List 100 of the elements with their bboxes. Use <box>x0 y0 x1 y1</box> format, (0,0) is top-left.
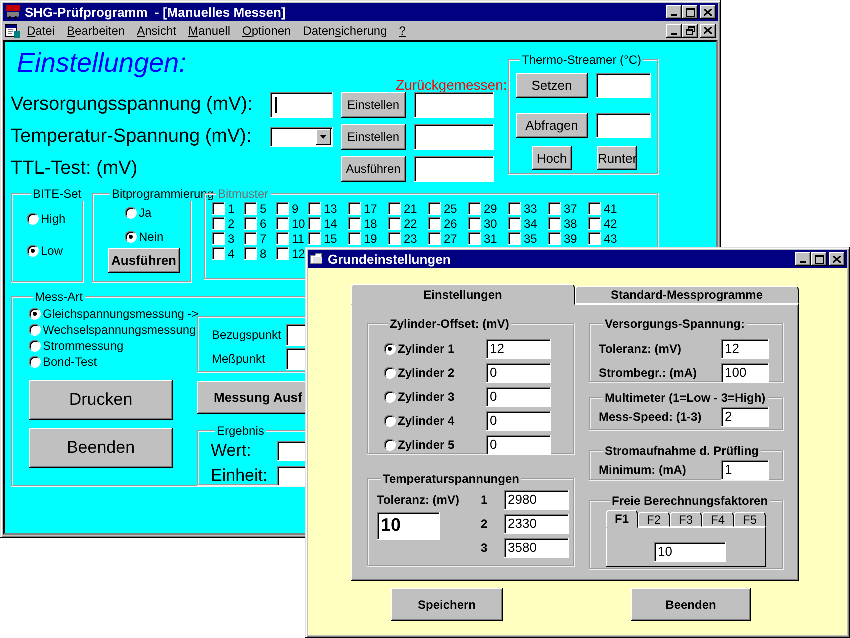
checkbox-label[interactable]: 30 <box>484 216 498 230</box>
checkbox[interactable] <box>244 217 257 230</box>
radio-label[interactable]: Strommessung <box>43 339 124 353</box>
input-field[interactable] <box>596 113 651 138</box>
checkbox-label[interactable]: 35 <box>524 232 538 246</box>
radio-button[interactable] <box>384 415 396 427</box>
radio-button[interactable] <box>384 439 396 451</box>
radio-label[interactable]: Zylinder 2 <box>398 366 486 380</box>
checkbox-label[interactable]: 34 <box>524 216 538 230</box>
input-field[interactable]: 0 <box>486 363 551 383</box>
radio-button[interactable] <box>29 340 41 352</box>
checkbox-label[interactable]: 39 <box>564 232 578 246</box>
minimize-button[interactable] <box>795 252 811 266</box>
query-button[interactable]: Abfragen <box>516 113 588 138</box>
checkbox[interactable] <box>212 232 225 245</box>
checkbox-label[interactable]: 8 <box>260 246 267 260</box>
input-field[interactable]: 100 <box>721 363 769 383</box>
checkbox[interactable] <box>348 202 361 215</box>
save-button[interactable]: Speichern <box>391 588 503 621</box>
print-button[interactable]: Drucken <box>29 380 173 420</box>
checkbox[interactable] <box>548 217 561 230</box>
radio-label[interactable]: Nein <box>139 230 164 244</box>
menu-item[interactable]: Datei <box>21 24 62 38</box>
radio-button[interactable] <box>125 207 137 219</box>
radio-button[interactable] <box>384 367 396 379</box>
radio-label[interactable]: Zylinder 5 <box>398 438 486 452</box>
checkbox-label[interactable]: 22 <box>404 216 418 230</box>
close-button[interactable] <box>700 24 716 38</box>
checkbox[interactable] <box>468 217 481 230</box>
readback-field[interactable] <box>414 156 494 182</box>
dropdown-button[interactable] <box>316 129 331 145</box>
checkbox-label[interactable]: 4 <box>228 246 235 260</box>
checkbox-label[interactable]: 17 <box>364 202 378 216</box>
measure-button[interactable]: Messung Ausf <box>197 381 307 414</box>
checkbox[interactable] <box>588 232 601 245</box>
radio-label[interactable]: Wechselspannungsmessung <box>43 323 196 337</box>
tab[interactable]: F5 <box>734 512 766 527</box>
combo-box[interactable] <box>270 127 333 147</box>
input-field[interactable]: 2980 <box>504 490 569 510</box>
readback-field[interactable] <box>414 92 494 118</box>
minimize-button[interactable] <box>666 24 682 38</box>
radio-button[interactable] <box>29 356 41 368</box>
radio-label[interactable]: Zylinder 3 <box>398 390 486 404</box>
run-button[interactable]: Ausführen <box>108 248 180 273</box>
minimize-button[interactable] <box>666 5 682 19</box>
close-button[interactable] <box>829 252 845 266</box>
checkbox-label[interactable]: 41 <box>604 202 618 216</box>
tab[interactable]: Einstellungen <box>351 284 575 305</box>
readback-field[interactable] <box>414 124 494 150</box>
checkbox-label[interactable]: 37 <box>564 202 578 216</box>
radio-label[interactable]: Ja <box>139 206 152 220</box>
input-field[interactable]: 2 <box>721 407 769 427</box>
radio-button[interactable] <box>384 343 396 355</box>
checkbox[interactable] <box>388 217 401 230</box>
menu-item[interactable]: Ansicht <box>131 24 182 38</box>
checkbox[interactable] <box>212 247 225 260</box>
checkbox-label[interactable]: 13 <box>324 202 338 216</box>
checkbox[interactable] <box>244 247 257 260</box>
radio-button[interactable] <box>29 324 41 336</box>
set-button[interactable]: Einstellen <box>341 124 406 150</box>
maximize-button[interactable] <box>811 252 827 266</box>
checkbox[interactable] <box>428 202 441 215</box>
input-field[interactable]: 2330 <box>504 514 569 534</box>
checkbox-label[interactable]: 15 <box>324 232 338 246</box>
checkbox[interactable] <box>348 217 361 230</box>
checkbox-label[interactable]: 5 <box>260 202 267 216</box>
input-field[interactable]: 0 <box>486 387 551 407</box>
radio-label[interactable]: Zylinder 1 <box>398 342 486 356</box>
checkbox[interactable] <box>548 232 561 245</box>
radio-button[interactable] <box>27 213 39 225</box>
input-field[interactable]: 0 <box>486 411 551 431</box>
checkbox-label[interactable]: 6 <box>260 216 267 230</box>
input-field[interactable]: 12 <box>721 339 769 359</box>
set-button[interactable]: Setzen <box>516 73 588 98</box>
menu-item[interactable]: Manuell <box>182 24 236 38</box>
radio-button[interactable] <box>125 231 137 243</box>
input-field[interactable]: 1 <box>721 460 769 480</box>
radio-label[interactable]: Gleichspannungsmessung -> <box>43 307 199 321</box>
checkbox[interactable] <box>244 232 257 245</box>
input-field[interactable]: 10 <box>654 542 726 562</box>
radio-button[interactable] <box>29 308 41 320</box>
checkbox-label[interactable]: 26 <box>444 216 458 230</box>
checkbox[interactable] <box>212 217 225 230</box>
checkbox[interactable] <box>428 217 441 230</box>
checkbox-label[interactable]: 10 <box>292 216 306 230</box>
checkbox-label[interactable]: 31 <box>484 232 498 246</box>
checkbox-label[interactable]: 11 <box>292 232 304 246</box>
checkbox[interactable] <box>428 232 441 245</box>
menu-item[interactable]: Datensicherung <box>297 24 394 38</box>
exit-button[interactable]: Beenden <box>631 588 751 621</box>
checkbox-label[interactable]: 21 <box>404 202 418 216</box>
set-button[interactable]: Einstellen <box>341 92 406 118</box>
checkbox-label[interactable]: 1 <box>228 202 235 216</box>
checkbox[interactable] <box>308 232 321 245</box>
checkbox[interactable] <box>588 202 601 215</box>
tab[interactable]: F3 <box>670 512 702 527</box>
checkbox-label[interactable]: 43 <box>604 232 618 246</box>
restore-button[interactable] <box>682 24 698 38</box>
input-field[interactable] <box>270 92 333 118</box>
checkbox[interactable] <box>468 232 481 245</box>
